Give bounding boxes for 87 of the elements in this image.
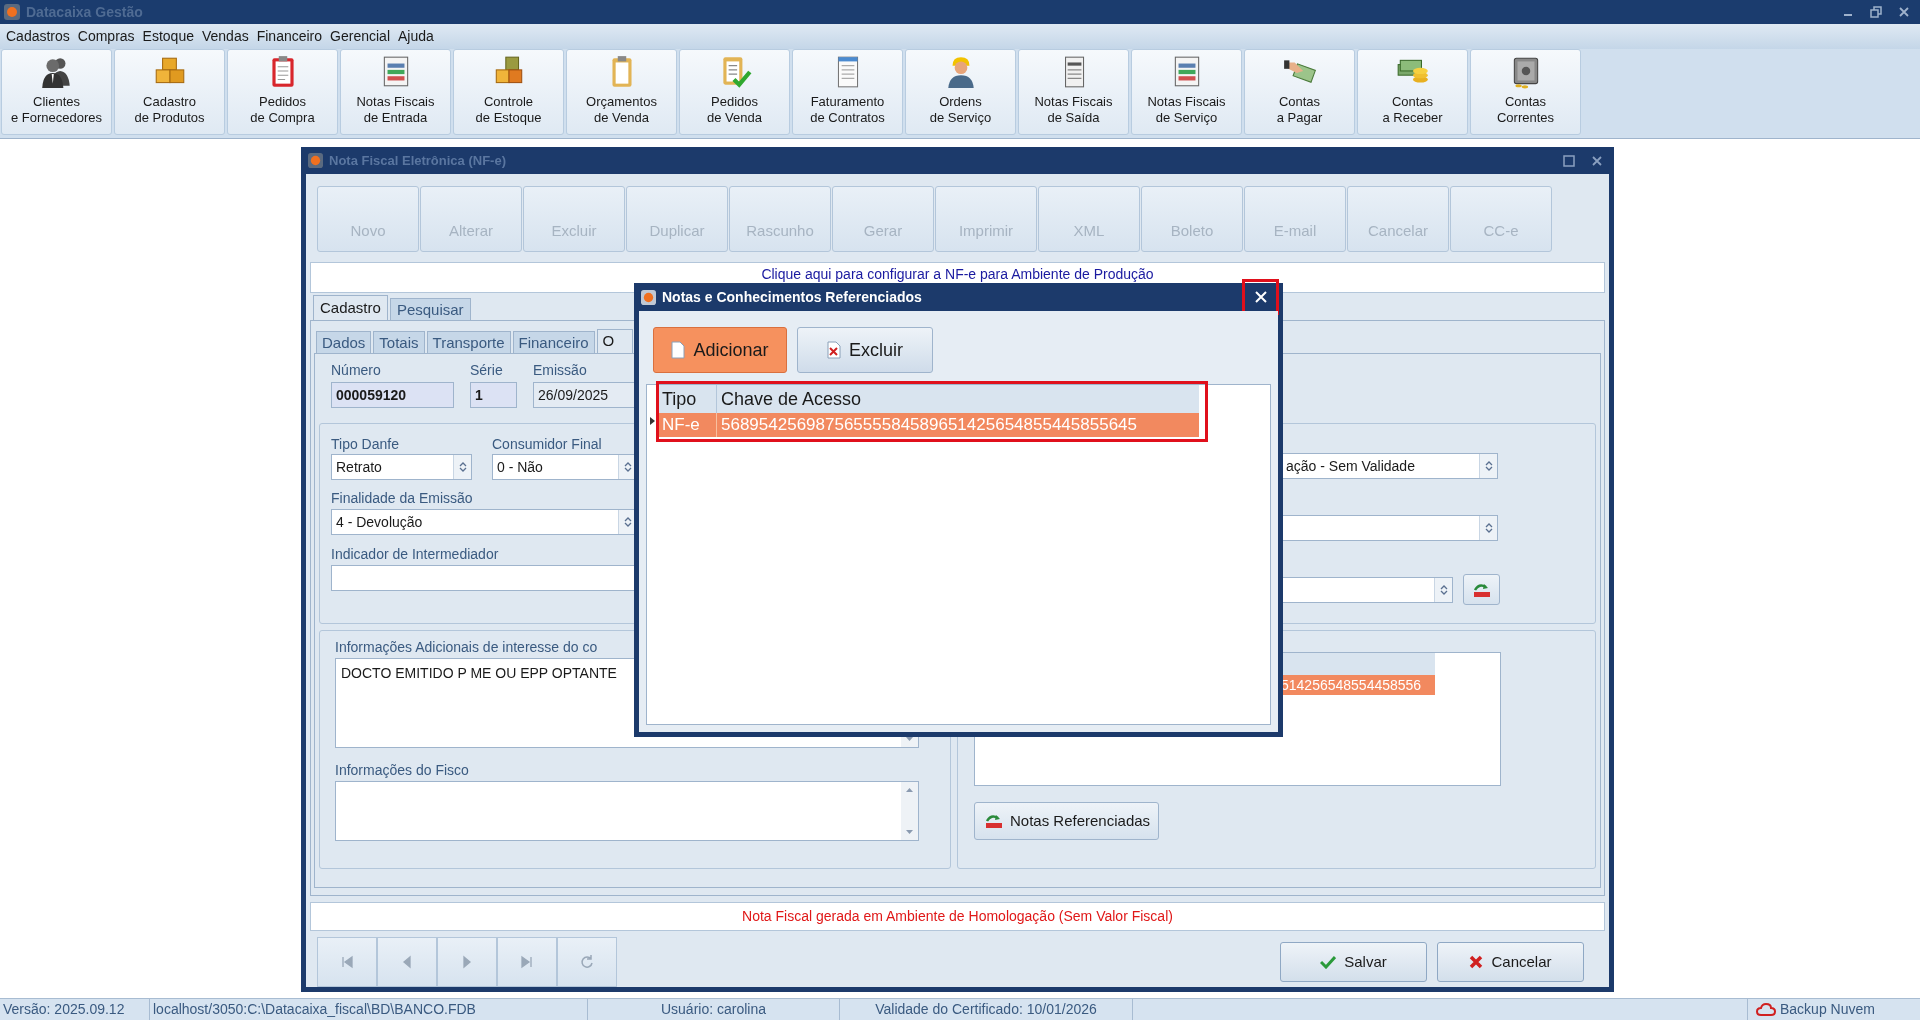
document-delete-icon xyxy=(827,341,841,359)
maximize-icon[interactable] xyxy=(1563,154,1575,167)
spinner-icon[interactable] xyxy=(1439,583,1448,596)
window-title: Nota Fiscal Eletrônica (NF-e) xyxy=(329,151,506,170)
app-logo-icon xyxy=(4,4,20,20)
cloud-icon xyxy=(1756,1002,1776,1017)
toolbar-button[interactable]: Orçamentos de Venda xyxy=(566,49,677,135)
field-label: Indicador de Intermediador xyxy=(331,546,500,563)
status-message: Nota Fiscal gerada em Ambiente de Homologação (Sem Valor Fiscal) xyxy=(742,907,1173,926)
document-arrow-icon xyxy=(983,812,1005,830)
select-field[interactable]: Retrato xyxy=(331,454,472,480)
toolbar-button[interactable]: Contas Correntes xyxy=(1470,49,1581,135)
toolbar-button[interactable]: Faturamento de Contratos xyxy=(792,49,903,135)
restore-icon[interactable] xyxy=(1870,6,1882,18)
select-field[interactable] xyxy=(1281,515,1498,541)
toolbar-button[interactable]: Contas a Receber xyxy=(1357,49,1468,135)
app-logo-icon xyxy=(308,153,323,168)
toolbar-button[interactable]: Controle de Estoque xyxy=(453,49,564,135)
spinner-icon[interactable] xyxy=(1484,460,1493,472)
spinner-icon[interactable] xyxy=(1484,522,1493,534)
toolbar-button[interactable]: Notas Fiscais de Serviço xyxy=(1131,49,1242,135)
save-button[interactable]: Salvar xyxy=(1280,942,1427,982)
field-label: Consumidor Final xyxy=(492,436,603,453)
field-label: Informações do Fisco xyxy=(335,762,470,779)
intermediary-field[interactable] xyxy=(331,565,637,591)
toolbar-button[interactable]: Notas Fiscais de Saída xyxy=(1018,49,1129,135)
field-label: Informações Adicionais de interesse do co xyxy=(335,639,599,656)
menu-item[interactable]: Financeiro xyxy=(252,26,327,47)
close-icon xyxy=(1469,955,1484,969)
tab[interactable]: O xyxy=(596,329,633,353)
menu-item[interactable]: Estoque xyxy=(138,26,198,47)
toolbar-button[interactable]: Notas Fiscais de Entrada xyxy=(340,49,451,135)
tab[interactable]: Cadastro xyxy=(313,295,388,320)
first-icon xyxy=(339,954,355,970)
row-pointer-icon xyxy=(650,417,655,425)
table-cell-text: 56895425698756555584589651425654855445855645 xyxy=(720,414,1137,436)
toolbar-button[interactable]: Ordens de Serviço xyxy=(905,49,1016,135)
toolbar-button[interactable]: Pedidos de Venda xyxy=(679,49,790,135)
table-cell: NF-e xyxy=(659,413,717,437)
close-icon[interactable] xyxy=(1591,154,1603,167)
status-text: Usuário: carolina xyxy=(588,999,840,1020)
lookup-button[interactable] xyxy=(1463,574,1500,605)
add-button[interactable]: Adicionar xyxy=(653,327,787,373)
select-field[interactable] xyxy=(1281,576,1453,603)
tab[interactable]: Financeiro xyxy=(512,331,595,353)
field-label: Finalidade da Emissão xyxy=(331,490,474,507)
menu-item[interactable]: Ajuda xyxy=(394,26,438,47)
refresh-icon xyxy=(579,954,595,970)
field-label: Série xyxy=(470,362,504,379)
spinner-icon[interactable] xyxy=(458,461,467,473)
last-icon xyxy=(519,954,535,970)
backup-indicator[interactable]: Backup Nuvem xyxy=(1748,999,1920,1020)
delete-button[interactable]: Excluir xyxy=(797,327,933,373)
close-icon[interactable] xyxy=(1898,6,1910,18)
tab[interactable]: Totais xyxy=(373,331,425,353)
document-icon xyxy=(671,341,686,359)
field-label: Emissão xyxy=(533,362,588,379)
toolbar-button[interactable]: Clientes e Fornecedores xyxy=(1,49,112,135)
menu-item[interactable]: Compras xyxy=(73,26,139,47)
column-header[interactable]: Chave de Acesso xyxy=(717,385,862,413)
number-field[interactable]: 000059120 xyxy=(331,382,454,408)
field-label: Tipo Danfe xyxy=(331,436,400,453)
status-text: localhost/3050:C:\Datacaixa_fiscal\BD\BANCO.FDB xyxy=(150,999,588,1020)
select-field[interactable]: 0 - Não xyxy=(492,454,637,480)
status-text: Versão: 2025.09.12 xyxy=(0,999,150,1020)
menu-item[interactable]: Gerencial xyxy=(326,26,394,47)
menu-item[interactable]: Vendas xyxy=(198,26,253,47)
field-label: Número xyxy=(331,362,382,379)
app-logo-icon xyxy=(641,289,656,305)
dialog-title: Notas e Conhecimentos Referenciados xyxy=(662,287,922,307)
referenced-notes-button[interactable]: Notas Referenciadas xyxy=(974,802,1160,840)
status-text: Validade do Certificado: 10/01/2026 xyxy=(840,999,1133,1020)
check-icon xyxy=(1320,955,1337,969)
tab[interactable]: Transporte xyxy=(426,331,511,353)
toolbar-button[interactable]: Contas a Pagar xyxy=(1244,49,1355,135)
series-field[interactable]: 1 xyxy=(470,382,517,408)
cancel-button[interactable]: Cancelar xyxy=(1437,942,1584,982)
tab[interactable]: Pesquisar xyxy=(389,298,471,320)
spinner-icon[interactable] xyxy=(623,461,632,473)
menu-item[interactable]: Cadastros xyxy=(2,26,74,47)
spinner-icon[interactable] xyxy=(623,516,632,528)
select-field[interactable]: ação - Sem Validade xyxy=(1281,453,1498,479)
select-field[interactable]: 4 - Devolução xyxy=(331,509,637,535)
toolbar-button[interactable]: Pedidos de Compra xyxy=(227,49,338,135)
close-icon xyxy=(1254,291,1267,303)
tab[interactable]: Dados xyxy=(316,331,372,353)
toolbar-button[interactable]: Cadastro de Produtos xyxy=(114,49,225,135)
